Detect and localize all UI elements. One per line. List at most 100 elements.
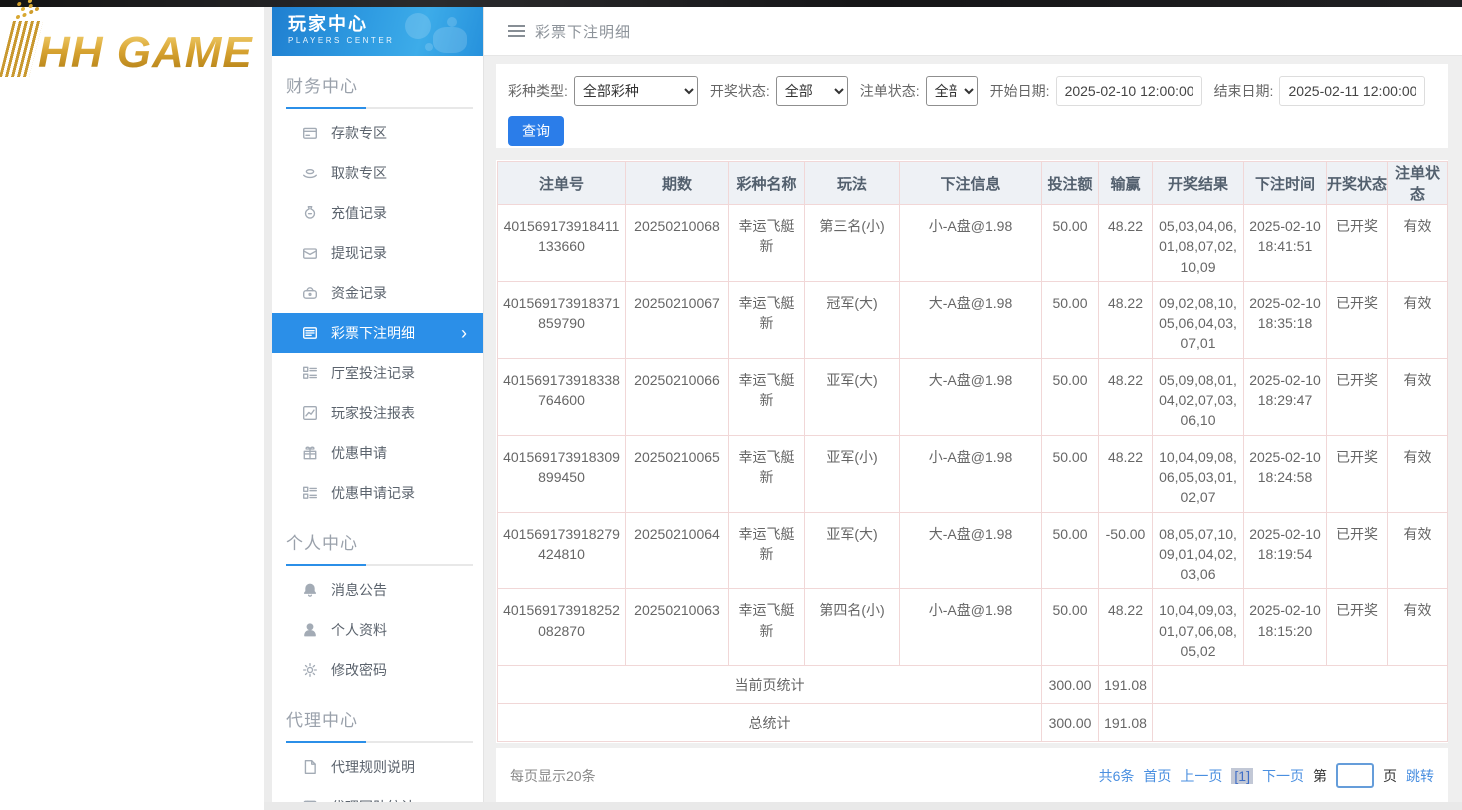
sidebar-item[interactable]: 提现记录: [272, 233, 483, 273]
table-cell: -50.00: [1099, 512, 1153, 589]
draw-status-label: 开奖状态:: [710, 81, 770, 101]
table-cell: 2025-02-10 18:41:51: [1244, 205, 1327, 282]
topbar: 彩票下注明细: [484, 7, 1462, 56]
sidebar-header-subtitle: PLAYERS CENTER: [288, 36, 483, 45]
table-cell: 2025-02-10 18:35:18: [1244, 281, 1327, 358]
table-row: 40156917391827942481020250210064幸运飞艇新亚军(…: [498, 512, 1448, 589]
table-cell: 大-A盘@1.98: [900, 281, 1042, 358]
summary-row: 当前页统计300.00191.08: [498, 666, 1448, 704]
column-header: 开奖结果: [1153, 162, 1244, 205]
sidebar-item[interactable]: 取款专区: [272, 153, 483, 193]
table-cell: 50.00: [1042, 435, 1099, 512]
table-cell: 50.00: [1042, 358, 1099, 435]
column-header: 下注信息: [900, 162, 1042, 205]
table-cell: 20250210065: [626, 435, 729, 512]
records-icon: [302, 485, 318, 501]
table-cell: 已开奖: [1327, 281, 1388, 358]
sidebar-item[interactable]: 彩票下注明细›: [272, 313, 483, 353]
table-cell: 有效: [1388, 512, 1448, 589]
summary-label: 当前页统计: [498, 666, 1042, 704]
table-cell: 48.22: [1099, 435, 1153, 512]
total-count-text: 共6条: [1099, 766, 1135, 786]
table-cell: 50.00: [1042, 589, 1099, 666]
column-header: 投注额: [1042, 162, 1099, 205]
lottery-list-icon: [302, 325, 318, 341]
query-button[interactable]: 查询: [508, 116, 564, 146]
sidebar-item-label: 修改密码: [331, 660, 387, 680]
sidebar-item[interactable]: 优惠申请: [272, 433, 483, 473]
summary-win-loss: 191.08: [1099, 666, 1153, 704]
jump-button[interactable]: 跳转: [1406, 766, 1434, 786]
sidebar-item[interactable]: 资金记录: [272, 273, 483, 313]
bet-status-select[interactable]: 全部: [926, 76, 978, 106]
table-cell: 有效: [1388, 281, 1448, 358]
table-cell: 05,03,04,06,01,08,07,02,10,09: [1153, 205, 1244, 282]
players-center-app: HH GAME 玩家中心 PLAYERS CENTER 财务中心存款专区取款专区…: [0, 0, 1462, 810]
sidebar-item[interactable]: 代理规则说明: [272, 747, 483, 787]
sidebar-item[interactable]: 厅室投注记录: [272, 353, 483, 393]
draw-status-select[interactable]: 全部: [776, 76, 848, 106]
table-cell: 05,09,08,01,04,02,07,03,06,10: [1153, 358, 1244, 435]
sidebar-item[interactable]: 优惠申请记录: [272, 473, 483, 513]
table-cell: 已开奖: [1327, 435, 1388, 512]
table-cell: 幸运飞艇新: [729, 435, 805, 512]
sidebar-item[interactable]: 充值记录: [272, 193, 483, 233]
sidebar-item[interactable]: 存款专区: [272, 113, 483, 153]
bottom-scroll-strip: [264, 802, 1462, 810]
table-cell: 20250210067: [626, 281, 729, 358]
hamburger-menu-icon[interactable]: [508, 25, 525, 37]
top-dark-strip: [0, 0, 1462, 7]
table-cell: 401569173918338764600: [498, 358, 626, 435]
sidebar-item[interactable]: 代理团队统计: [272, 787, 483, 802]
table-cell: 401569173918309899450: [498, 435, 626, 512]
sidebar-item[interactable]: 玩家投注报表: [272, 393, 483, 433]
end-date-label: 结束日期:: [1214, 81, 1274, 101]
table-cell: 亚军(大): [805, 512, 900, 589]
table-cell: 第三名(小): [805, 205, 900, 282]
bell-icon: [302, 582, 318, 598]
page-title: 彩票下注明细: [535, 21, 631, 42]
table-cell: 小-A盘@1.98: [900, 589, 1042, 666]
table-cell: 2025-02-10 18:19:54: [1244, 512, 1327, 589]
table-cell: 401569173918411133660: [498, 205, 626, 282]
bets-table-card: 注单号期数彩种名称玩法下注信息投注额输赢开奖结果下注时间开奖状态注单状态 401…: [496, 160, 1448, 743]
end-date-input[interactable]: [1279, 76, 1425, 106]
table-cell: 50.00: [1042, 281, 1099, 358]
bet-status-label: 注单状态:: [860, 81, 920, 101]
first-page-link[interactable]: 首页: [1143, 766, 1171, 786]
sidebar-section-title: 财务中心: [286, 72, 483, 97]
column-header: 开奖状态: [1327, 162, 1388, 205]
start-date-input[interactable]: [1056, 76, 1202, 106]
prev-page-link[interactable]: 上一页: [1180, 766, 1222, 786]
section-divider: [286, 741, 473, 743]
table-cell: 已开奖: [1327, 589, 1388, 666]
summary-win-loss: 191.08: [1099, 704, 1153, 742]
filter-panel: 彩种类型: 全部彩种 开奖状态: 全部 注单状态: 全部 开始日期: 结束日期:…: [496, 64, 1448, 148]
table-cell: 08,05,07,10,09,01,04,02,03,06: [1153, 512, 1244, 589]
sidebar-item-label: 提现记录: [331, 243, 387, 263]
sidebar-item[interactable]: 消息公告: [272, 570, 483, 610]
table-cell: 2025-02-10 18:15:20: [1244, 589, 1327, 666]
jump-page-input[interactable]: [1336, 763, 1374, 788]
sidebar-item[interactable]: 个人资料: [272, 610, 483, 650]
table-row: 40156917391830989945020250210065幸运飞艇新亚军(…: [498, 435, 1448, 512]
sidebar-item[interactable]: 修改密码: [272, 650, 483, 690]
table-cell: 已开奖: [1327, 512, 1388, 589]
logo-dots-icon: [15, 15, 20, 19]
pagination-bar: 每页显示20条 共6条 首页 上一页 [1] 下一页 第 页 跳转: [496, 748, 1448, 803]
summary-bet-total: 300.00: [1042, 666, 1099, 704]
column-header: 下注时间: [1244, 162, 1327, 205]
next-page-link[interactable]: 下一页: [1262, 766, 1304, 786]
table-cell: 幸运飞艇新: [729, 589, 805, 666]
section-divider: [286, 564, 473, 566]
sidebar-item-label: 优惠申请记录: [331, 483, 415, 503]
table-cell: 亚军(大): [805, 358, 900, 435]
lottery-type-select[interactable]: 全部彩种: [574, 76, 698, 106]
table-cell: 幸运飞艇新: [729, 512, 805, 589]
sidebar-item-label: 优惠申请: [331, 443, 387, 463]
brand-logo: HH GAME: [6, 21, 253, 77]
sidebar-header: 玩家中心 PLAYERS CENTER: [272, 7, 483, 56]
sidebar-item-label: 厅室投注记录: [331, 363, 415, 383]
gear-icon: [302, 662, 318, 678]
sidebar-header-title: 玩家中心: [288, 14, 483, 34]
